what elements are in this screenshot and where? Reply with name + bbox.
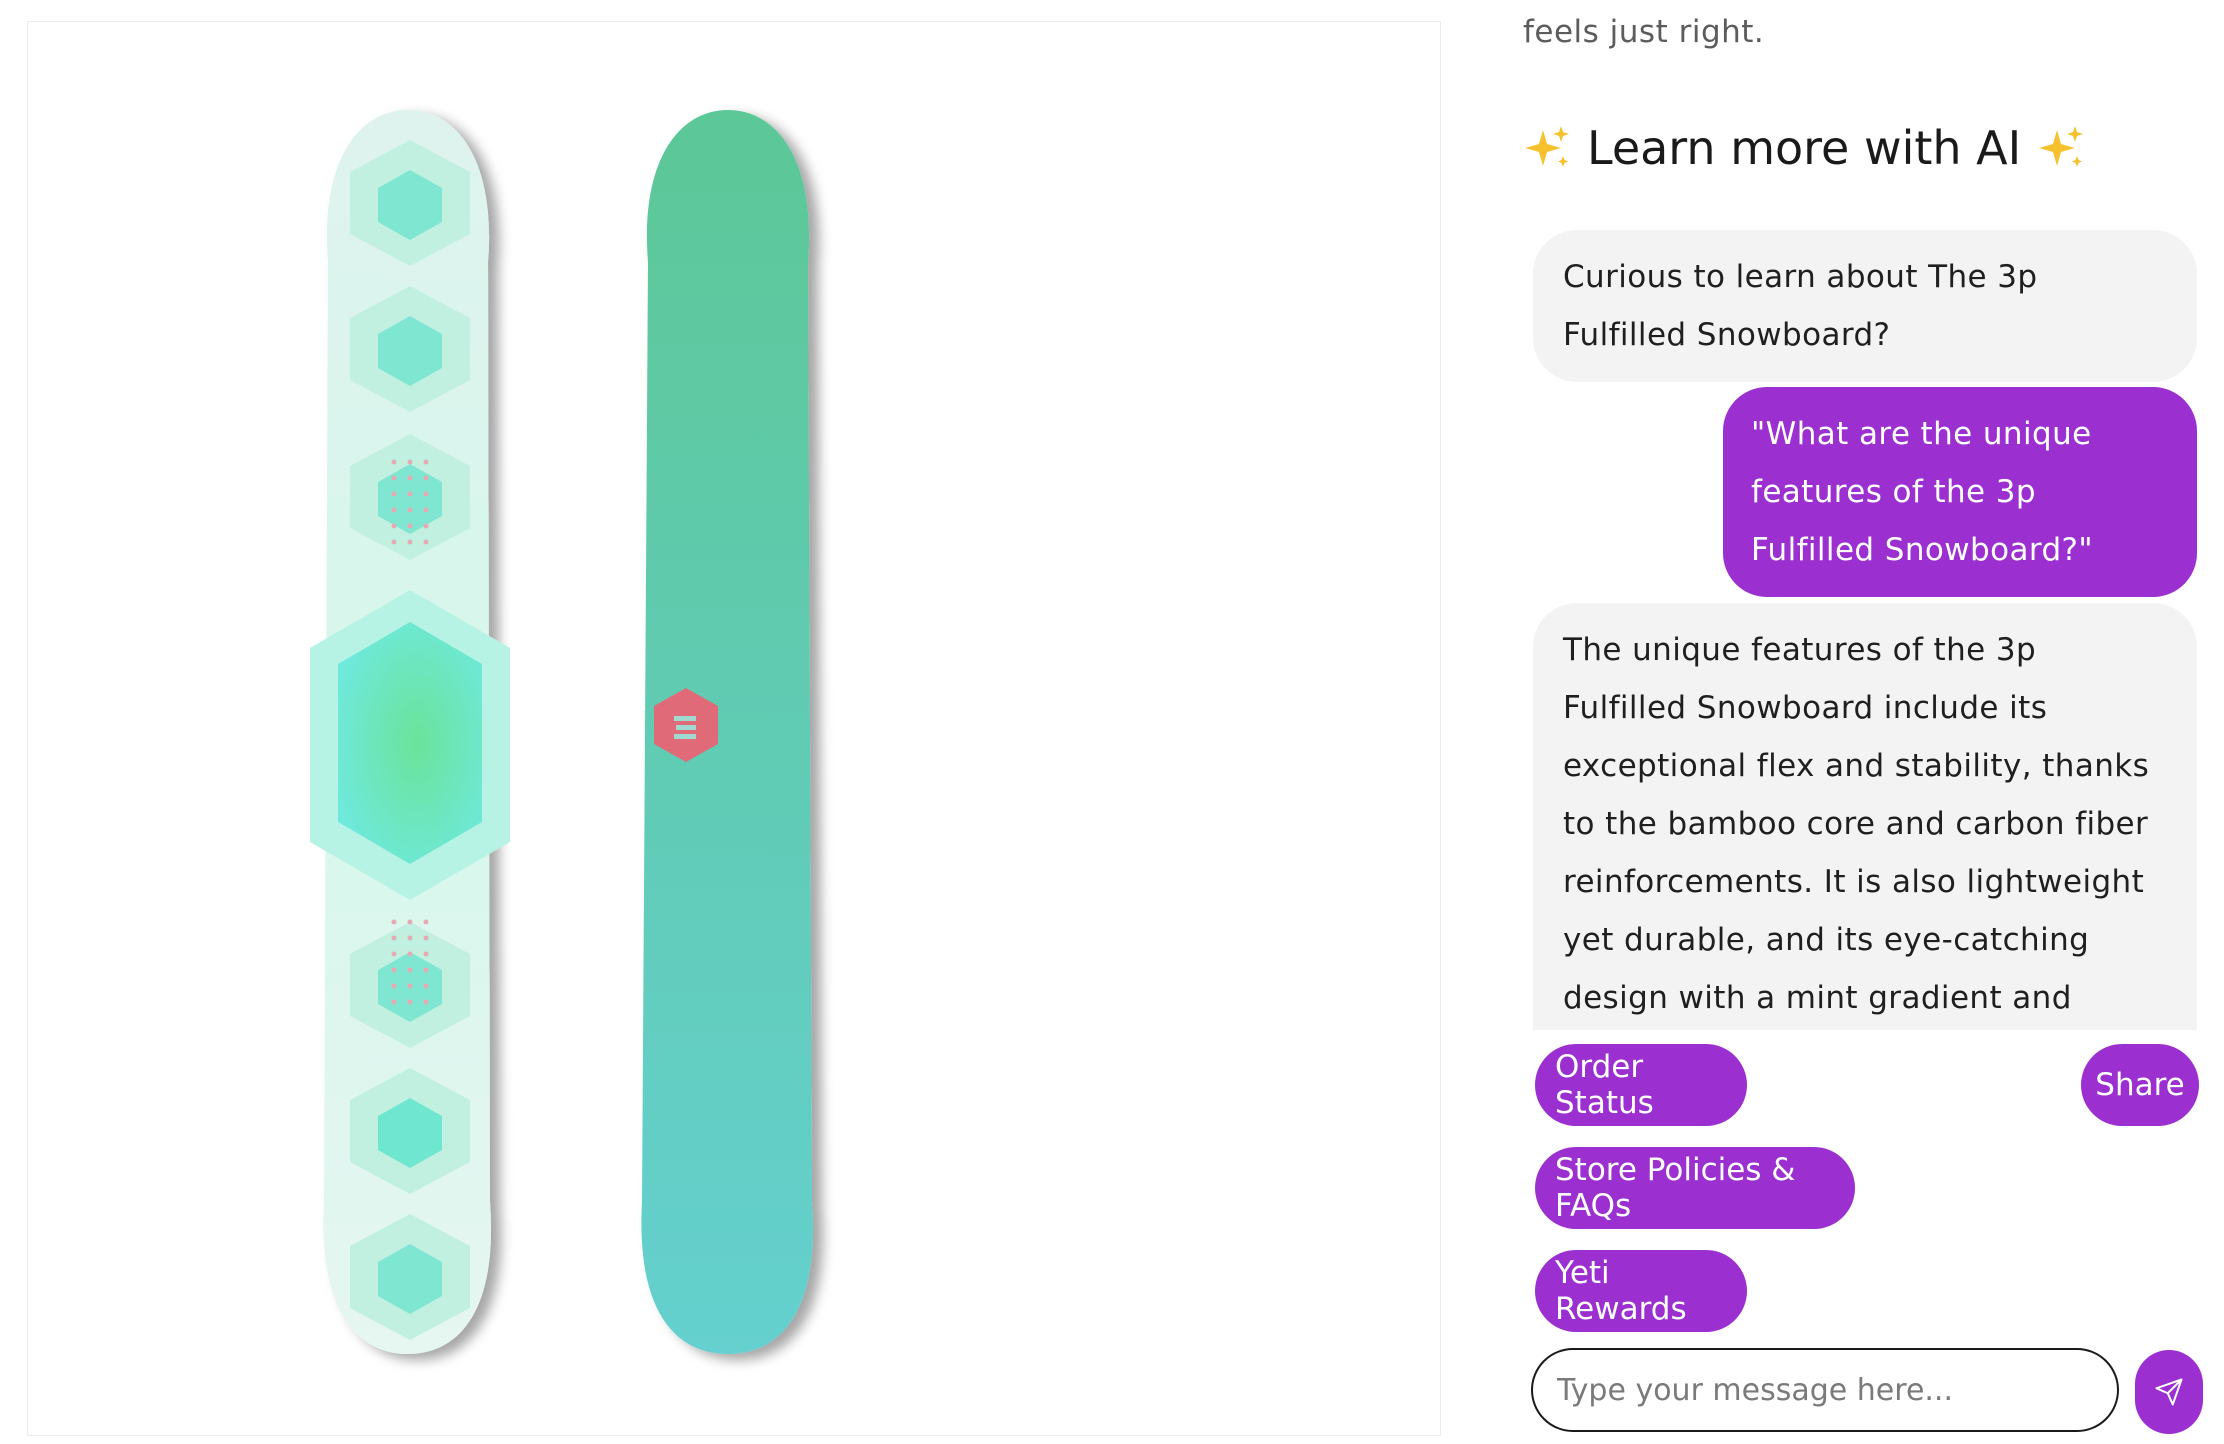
sparkles-icon [2039,126,2084,167]
product-description-tail: feels just right. [1523,14,1765,50]
bot-message: Curious to learn about The 3p Fulfilled … [1533,230,2197,382]
user-message: "What are the unique features of the 3p … [1723,387,2197,597]
ai-section-heading: Learn more with AI [1523,116,2085,180]
send-button[interactable] [2135,1350,2203,1434]
ai-section-title: Learn more with AI [1587,121,2022,175]
snowboard-illustration [310,110,814,1354]
message-input[interactable] [1531,1348,2119,1432]
chat-log[interactable]: Curious to learn about The 3p Fulfilled … [1533,230,2197,1030]
yeti-rewards-button[interactable]: Yeti Rewards [1535,1250,1747,1332]
store-policies-button[interactable]: Store Policies & FAQs [1535,1147,1855,1229]
order-status-button[interactable]: Order Status [1535,1044,1747,1126]
send-icon [2155,1378,2183,1406]
product-image[interactable] [27,21,1441,1436]
sparkles-icon [1525,126,1569,167]
product-page: feels just right. Learn more with AI Cur… [0,0,2224,1444]
share-button[interactable]: Share [2081,1044,2199,1126]
bot-message: The unique features of the 3p Fulfilled … [1533,603,2197,1030]
